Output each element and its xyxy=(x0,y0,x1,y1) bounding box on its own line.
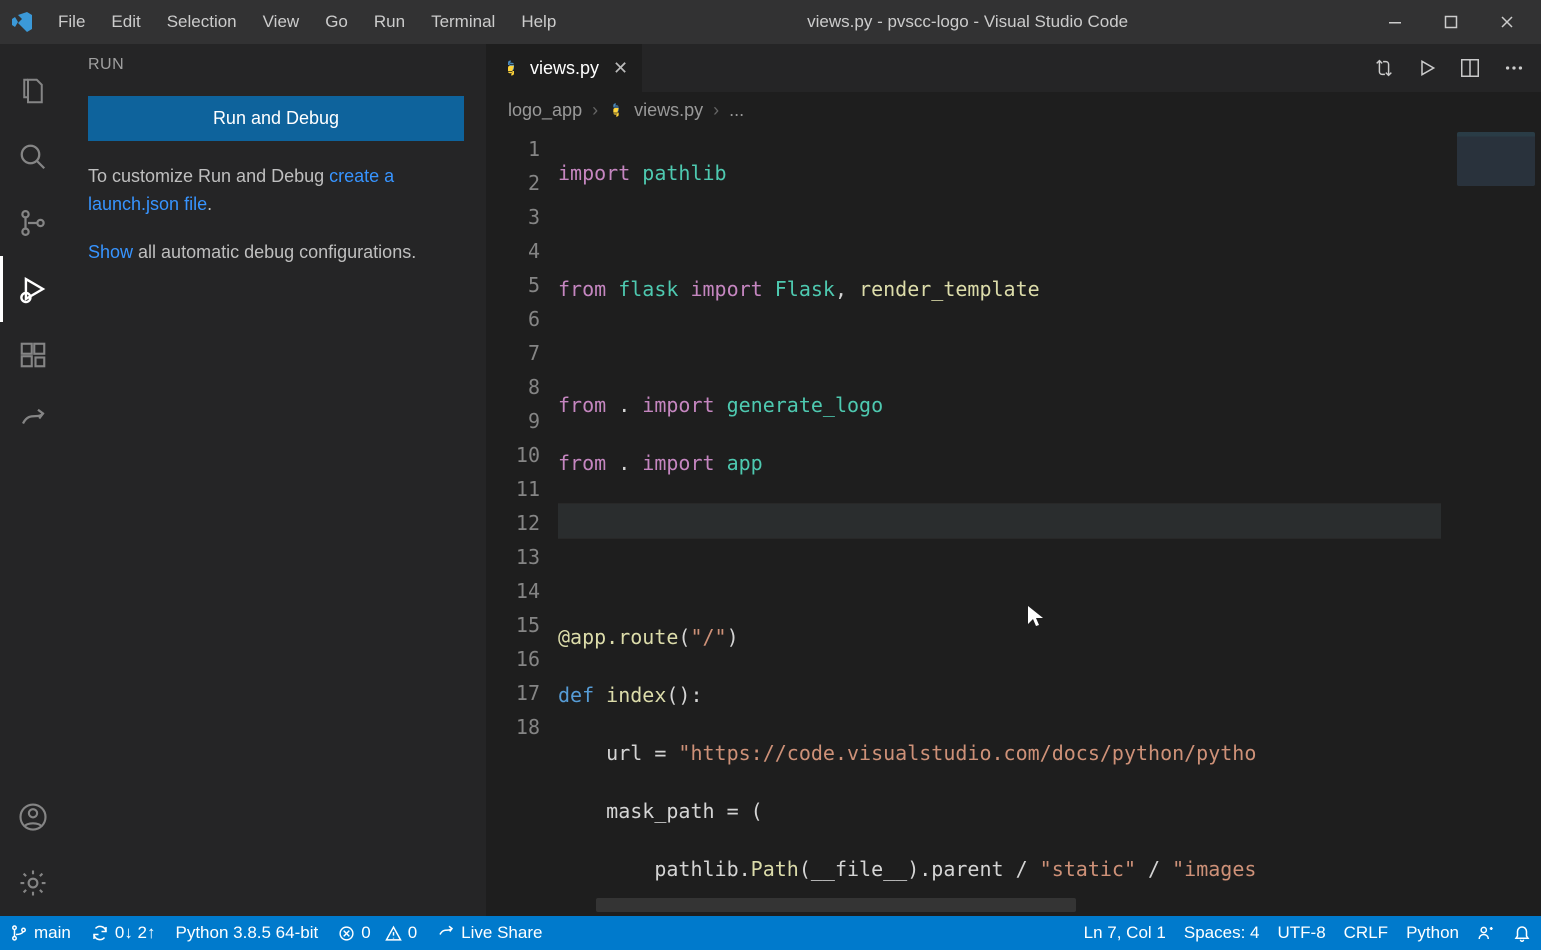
sidebar-show-desc: Show all automatic debug configurations. xyxy=(88,239,464,267)
notifications-icon[interactable] xyxy=(1513,924,1531,942)
breadcrumb-folder[interactable]: logo_app xyxy=(508,100,582,121)
breadcrumb-file[interactable]: views.py xyxy=(634,100,703,121)
git-branch-status[interactable]: main xyxy=(10,923,71,943)
search-icon[interactable] xyxy=(0,124,66,190)
sync-status[interactable]: 0↓ 2↑ xyxy=(91,923,156,943)
live-share-icon xyxy=(437,924,455,942)
line-gutter: 123456789101112131415161718 xyxy=(486,128,558,916)
minimap[interactable] xyxy=(1441,128,1541,916)
menu-selection[interactable]: Selection xyxy=(155,6,249,38)
menu-bar: File Edit Selection View Go Run Terminal… xyxy=(46,6,568,38)
editor-area: views.py ✕ logo_app › views.py › ... 123… xyxy=(486,44,1541,916)
menu-edit[interactable]: Edit xyxy=(99,6,152,38)
sync-icon xyxy=(91,924,109,942)
breadcrumb[interactable]: logo_app › views.py › ... xyxy=(486,92,1541,128)
sidebar-desc: To customize Run and Debug create a laun… xyxy=(88,163,464,219)
minimize-icon[interactable] xyxy=(1367,0,1423,44)
source-control-icon[interactable] xyxy=(0,190,66,256)
more-actions-icon[interactable] xyxy=(1503,57,1525,79)
eol-status[interactable]: CRLF xyxy=(1344,923,1388,943)
chevron-right-icon: › xyxy=(592,100,598,121)
explorer-icon[interactable] xyxy=(0,58,66,124)
feedback-icon[interactable] xyxy=(1477,924,1495,942)
live-share-status[interactable]: Live Share xyxy=(437,923,542,943)
show-configs-link[interactable]: Show xyxy=(88,242,133,262)
indentation-status[interactable]: Spaces: 4 xyxy=(1184,923,1260,943)
run-file-icon[interactable] xyxy=(1417,58,1437,78)
run-sidebar: RUN Run and Debug To customize Run and D… xyxy=(66,44,486,916)
menu-run[interactable]: Run xyxy=(362,6,417,38)
warning-icon xyxy=(385,925,402,942)
menu-file[interactable]: File xyxy=(46,6,97,38)
code-content[interactable]: import pathlib from flask import Flask, … xyxy=(558,128,1541,916)
problems-status[interactable]: 0 0 xyxy=(338,923,417,943)
compare-changes-icon[interactable] xyxy=(1373,57,1395,79)
settings-gear-icon[interactable] xyxy=(0,850,66,916)
share-icon[interactable] xyxy=(0,388,66,454)
extensions-icon[interactable] xyxy=(0,322,66,388)
cursor-position-status[interactable]: Ln 7, Col 1 xyxy=(1084,923,1166,943)
horizontal-scrollbar[interactable] xyxy=(596,898,1076,912)
mouse-cursor-icon xyxy=(1026,604,1046,630)
run-debug-icon[interactable] xyxy=(0,256,66,322)
editor-body[interactable]: 123456789101112131415161718 import pathl… xyxy=(486,128,1541,916)
vscode-icon xyxy=(6,6,38,38)
menu-go[interactable]: Go xyxy=(313,6,360,38)
menu-view[interactable]: View xyxy=(251,6,312,38)
breadcrumb-more[interactable]: ... xyxy=(729,100,744,121)
titlebar: File Edit Selection View Go Run Terminal… xyxy=(0,0,1541,44)
close-icon[interactable] xyxy=(1479,0,1535,44)
language-mode-status[interactable]: Python xyxy=(1406,923,1459,943)
encoding-status[interactable]: UTF-8 xyxy=(1277,923,1325,943)
menu-help[interactable]: Help xyxy=(509,6,568,38)
status-bar: main 0↓ 2↑ Python 3.8.5 64-bit 0 0 Live … xyxy=(0,916,1541,950)
tab-views-py[interactable]: views.py ✕ xyxy=(486,44,643,92)
error-icon xyxy=(338,925,355,942)
split-editor-icon[interactable] xyxy=(1459,57,1481,79)
python-file-icon xyxy=(608,102,624,118)
python-interpreter-status[interactable]: Python 3.8.5 64-bit xyxy=(176,923,319,943)
python-file-icon xyxy=(502,59,520,77)
close-tab-icon[interactable]: ✕ xyxy=(613,58,628,79)
menu-terminal[interactable]: Terminal xyxy=(419,6,507,38)
chevron-right-icon: › xyxy=(713,100,719,121)
tab-bar: views.py ✕ xyxy=(486,44,1541,92)
accounts-icon[interactable] xyxy=(0,784,66,850)
run-and-debug-button[interactable]: Run and Debug xyxy=(88,96,464,141)
maximize-icon[interactable] xyxy=(1423,0,1479,44)
window-title: views.py - pvscc-logo - Visual Studio Co… xyxy=(568,12,1367,32)
activity-bar xyxy=(0,44,66,916)
sidebar-title: RUN xyxy=(88,56,464,74)
tab-label: views.py xyxy=(530,58,599,79)
git-branch-icon xyxy=(10,924,28,942)
